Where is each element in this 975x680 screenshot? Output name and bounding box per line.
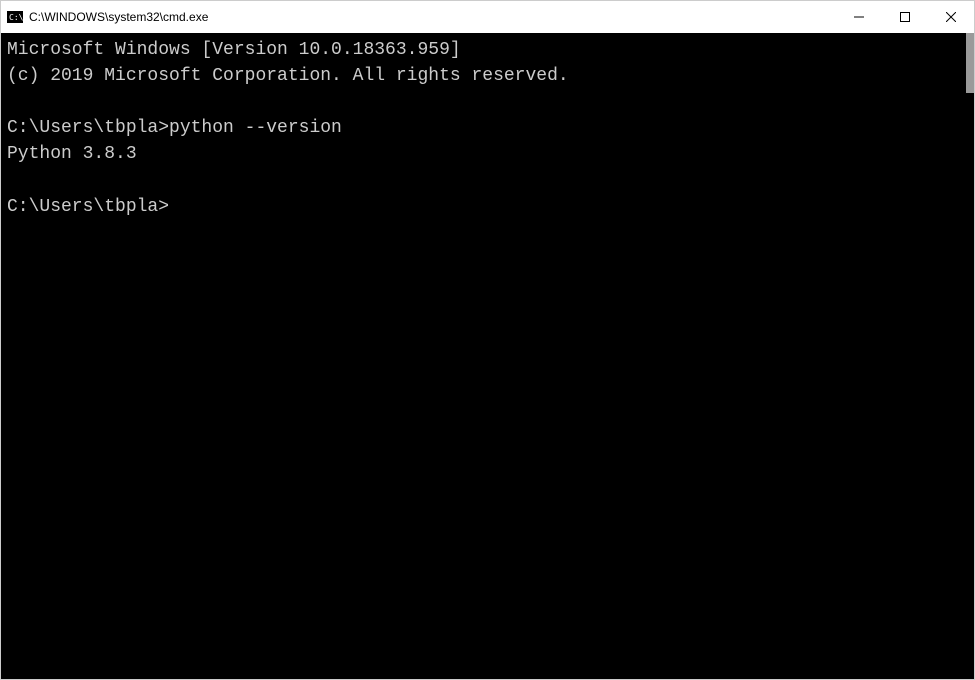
close-icon: [946, 12, 956, 22]
terminal-output-1: Python 3.8.3: [7, 141, 951, 167]
terminal-blank-line: [7, 167, 951, 193]
terminal-line-copyright: (c) 2019 Microsoft Corporation. All righ…: [7, 63, 951, 89]
window-controls: [836, 1, 974, 33]
terminal-line-version: Microsoft Windows [Version 10.0.18363.95…: [7, 37, 951, 63]
maximize-icon: [900, 12, 910, 22]
terminal-prompt-2: C:\Users\tbpla>: [7, 197, 169, 217]
scrollbar-thumb[interactable]: [966, 33, 974, 93]
terminal-blank-line: [7, 89, 951, 115]
terminal-cursor: [169, 197, 179, 217]
titlebar: C:\ C:\WINDOWS\system32\cmd.exe: [1, 1, 974, 33]
terminal-area[interactable]: Microsoft Windows [Version 10.0.18363.95…: [1, 33, 974, 679]
scrollbar[interactable]: [957, 33, 974, 679]
minimize-button[interactable]: [836, 1, 882, 33]
close-button[interactable]: [928, 1, 974, 33]
maximize-button[interactable]: [882, 1, 928, 33]
cmd-icon: C:\: [7, 9, 23, 25]
terminal-prompt-line-2: C:\Users\tbpla>: [7, 194, 951, 220]
terminal-content[interactable]: Microsoft Windows [Version 10.0.18363.95…: [1, 33, 957, 679]
minimize-icon: [854, 12, 864, 22]
terminal-prompt-line-1: C:\Users\tbpla>python --version: [7, 115, 951, 141]
window-title: C:\WINDOWS\system32\cmd.exe: [29, 10, 208, 24]
cmd-window: C:\ C:\WINDOWS\system32\cmd.exe: [0, 0, 975, 680]
terminal-command-1: python --version: [169, 118, 342, 138]
svg-text:C:\: C:\: [9, 13, 23, 22]
titlebar-left: C:\ C:\WINDOWS\system32\cmd.exe: [7, 9, 208, 25]
terminal-prompt-1: C:\Users\tbpla>: [7, 118, 169, 138]
